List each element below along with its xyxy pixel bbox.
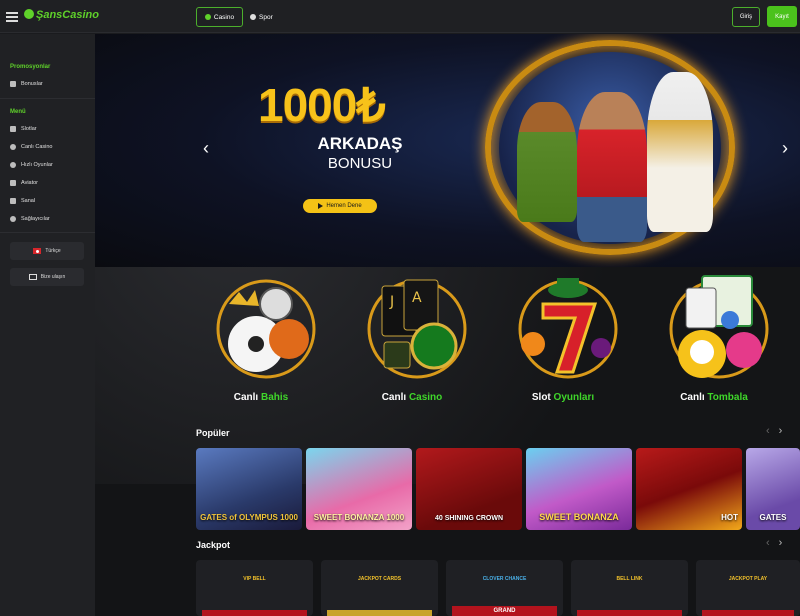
clover-icon [24, 9, 34, 19]
nav-casino-tab[interactable]: Casino [196, 7, 243, 27]
hero-amount: 1000₺ [258, 79, 386, 131]
game-title: HOT [721, 513, 738, 522]
hero-title-line2: BONUSU [327, 155, 393, 172]
language-button[interactable]: Türkçe [10, 242, 84, 260]
game-title: GATES of OLYMPUS 1000 [200, 513, 298, 522]
jackpot-bar [202, 610, 307, 616]
chevron-right-icon[interactable]: › [779, 537, 783, 549]
jackpot-card[interactable]: JACKPOT CARDS [321, 560, 438, 616]
jackpot-logo: VIP BELL [243, 576, 266, 582]
divider [0, 98, 95, 99]
sports-ball-icon [216, 279, 316, 379]
turkey-flag-icon [33, 248, 42, 254]
jackpot-card[interactable]: VIP BELL [196, 560, 313, 616]
jackpot-arrows: ‹ › [766, 537, 782, 549]
character-left [517, 102, 577, 222]
game-title: GATES [759, 513, 787, 522]
game-card[interactable]: SWEET BONANZA [526, 448, 632, 530]
plane-icon [10, 180, 16, 186]
category-slot-oyunlari[interactable]: Slot Oyunları [493, 274, 633, 409]
popular-arrows: ‹ › [766, 425, 782, 437]
game-card[interactable]: HOT [636, 448, 742, 530]
category-canli-tombala[interactable]: Canlı Tombala [644, 274, 784, 409]
jackpot-bar [702, 610, 794, 616]
jackpot-grand-banner: GRAND [452, 606, 557, 616]
lightning-icon [10, 162, 16, 168]
jackpot-logo: JACKPOT PLAY [728, 576, 768, 582]
arrow-icon [318, 203, 324, 209]
game-card[interactable]: 40 SHINING CROWN [416, 448, 522, 530]
jackpot-logo: BELL LINK [616, 576, 643, 582]
category-label: Slot Oyunları [531, 392, 595, 403]
carousel-prev-icon[interactable]: ‹ [199, 138, 213, 158]
jackpot-card[interactable]: BELL LINK [571, 560, 688, 616]
game-title: SWEET BONANZA 1000 [313, 513, 405, 522]
jackpot-card[interactable]: CLOVER CHANCE GRAND [446, 560, 563, 616]
slot-seven-icon [518, 278, 618, 379]
popular-section-title: Popüler [196, 428, 230, 438]
svg-text:J: J [389, 294, 394, 310]
game-card[interactable]: GATES [746, 448, 800, 530]
provider-icon [10, 216, 16, 222]
hero-banner[interactable]: 1000₺ ARKADAŞ BONUSU Hemen Dene ‹ › [95, 34, 800, 267]
divider [0, 232, 95, 233]
jackpot-logo: CLOVER CHANCE [482, 576, 527, 582]
category-label: Canlı Tombala [680, 392, 748, 403]
jackpot-logo: JACKPOT CARDS [357, 576, 402, 582]
gift-icon [10, 81, 16, 87]
game-title: SWEET BONANZA [539, 512, 619, 522]
chevron-left-icon[interactable]: ‹ [766, 537, 770, 549]
nav-spor-tab[interactable]: Spor [250, 7, 273, 27]
hero-cta-button[interactable]: Hemen Dene [303, 199, 377, 213]
promo-section-title: Promosyonlar [10, 64, 51, 70]
carousel-next-icon[interactable]: › [778, 138, 792, 158]
main-content: 1000₺ ARKADAŞ BONUSU Hemen Dene ‹ › Canl… [95, 34, 800, 616]
jackpot-section-title: Jackpot [196, 540, 231, 550]
jackpot-bar [577, 610, 682, 616]
category-canli-bahis[interactable]: Canlı Bahis [191, 274, 331, 409]
sidebar: Promosyonlar Bonuslar Menü Slotlar Canlı… [0, 34, 95, 616]
sidebar-item-slotlar[interactable]: Slotlar [10, 126, 37, 132]
category-label: Canlı Casino [381, 392, 443, 403]
svg-text:A: A [412, 290, 422, 306]
menu-icon[interactable] [6, 12, 18, 22]
login-button[interactable]: Giriş [732, 7, 760, 27]
football-icon [250, 14, 256, 20]
character-center [577, 92, 647, 242]
hero-title-line1: ARKADAŞ [317, 134, 403, 153]
sidebar-item-canli-casino[interactable]: Canlı Casino [10, 144, 53, 150]
casino-icon [204, 14, 211, 20]
slot-icon [10, 126, 16, 132]
chevron-right-icon[interactable]: › [779, 425, 783, 437]
controller-icon [10, 198, 16, 204]
top-header: ŞansCasino Casino Spor Giriş Kayıt [0, 0, 800, 33]
sidebar-item-hizli-oyunlar[interactable]: Hızlı Oyunlar [10, 162, 53, 168]
game-title: 40 SHINING CROWN [434, 515, 504, 522]
casino-chips-icon: J A [367, 279, 467, 379]
game-card[interactable]: SWEET BONANZA 1000 [306, 448, 412, 530]
jackpot-card[interactable]: JACKPOT PLAY [696, 560, 800, 616]
contact-button[interactable]: Bize ulaşın [10, 268, 84, 286]
sidebar-item-bonuslar[interactable]: Bonuslar [10, 81, 43, 87]
hero-illustration [499, 52, 721, 244]
register-button[interactable]: Kayıt [767, 6, 797, 27]
jackpot-bar [327, 610, 432, 616]
character-right [647, 72, 713, 232]
site-logo[interactable]: ŞansCasino [24, 9, 99, 21]
chevron-left-icon[interactable]: ‹ [766, 425, 770, 437]
mail-icon [28, 274, 37, 280]
sidebar-item-saglayicilar[interactable]: Sağlayıcılar [10, 216, 50, 222]
category-label: Canlı Bahis [233, 392, 289, 403]
sidebar-item-aviator[interactable]: Aviator [10, 180, 38, 186]
game-card[interactable]: GATES of OLYMPUS 1000 [196, 448, 302, 530]
category-canli-casino[interactable]: J A Canlı Casino [342, 274, 482, 409]
chip-icon [10, 144, 16, 150]
menu-section-title: Menü [10, 109, 26, 115]
bingo-balls-icon [669, 275, 769, 379]
sidebar-item-sanal[interactable]: Sanal [10, 198, 35, 204]
